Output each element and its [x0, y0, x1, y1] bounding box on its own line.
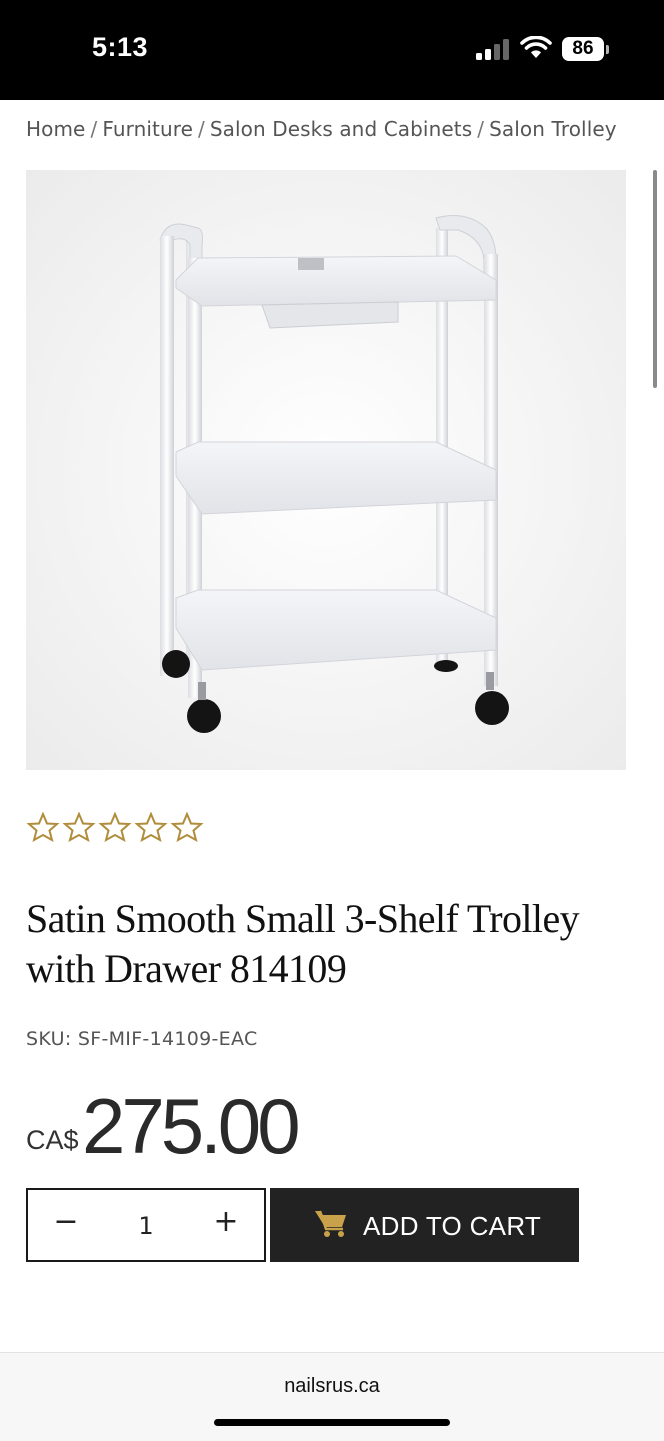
product-title-line: Satin Smooth Small 3-Shelf Trolley	[26, 896, 580, 941]
cart-icon	[315, 1210, 346, 1237]
wifi-icon	[520, 36, 552, 58]
status-bar: 5:13 86	[0, 0, 664, 100]
product-title: Satin Smooth Small 3-Shelf Trolley with …	[26, 894, 626, 994]
breadcrumb-separator: /	[90, 117, 98, 141]
battery-nub	[606, 45, 609, 54]
add-to-cart-label: ADD TO CART	[363, 1211, 542, 1241]
trolley-illustration	[159, 215, 509, 733]
battery-icon: 86	[562, 37, 604, 61]
rating-stars[interactable]	[26, 812, 204, 842]
breadcrumb-furniture[interactable]: Furniture	[102, 117, 193, 141]
status-time: 5:13	[92, 32, 149, 62]
price-value: 275.00	[82, 1082, 301, 1170]
star-outline-icon	[26, 812, 60, 842]
page-scrollbar[interactable]	[653, 170, 657, 388]
quantity-increase-button[interactable]: +	[206, 1204, 246, 1239]
breadcrumb-separator: /	[198, 117, 205, 141]
product-title-line: with Drawer 814109	[26, 946, 347, 991]
add-to-cart-button[interactable]: ADD TO CART	[270, 1188, 579, 1262]
breadcrumb: Home / Furniture / Salon Desks and Cabinets /…	[26, 117, 617, 141]
star-outline-icon	[134, 812, 168, 842]
breadcrumb-salon-desks[interactable]: Salon Desks and Cabinets	[210, 117, 472, 141]
product-sku: SKU: SF-MIF-14109-EAC	[26, 1028, 258, 1050]
quantity-decrease-button[interactable]: −	[46, 1204, 86, 1239]
product-image[interactable]	[26, 170, 626, 770]
url-text[interactable]: nailsrus.ca	[0, 1375, 664, 1398]
breadcrumb-separator: /	[477, 117, 485, 141]
home-indicator[interactable]	[214, 1419, 450, 1426]
star-outline-icon	[98, 812, 132, 842]
quantity-input[interactable]: 1	[126, 1212, 166, 1240]
browser-address-bar: nailsrus.ca	[0, 1352, 664, 1441]
star-outline-icon	[170, 812, 204, 842]
breadcrumb-home[interactable]: Home	[26, 117, 85, 141]
breadcrumb-current: Salon Trolley	[489, 117, 617, 141]
price-currency: CA$	[26, 1125, 79, 1155]
quantity-stepper: − 1 +	[26, 1188, 266, 1262]
signal-icon	[476, 39, 509, 60]
star-outline-icon	[62, 812, 96, 842]
